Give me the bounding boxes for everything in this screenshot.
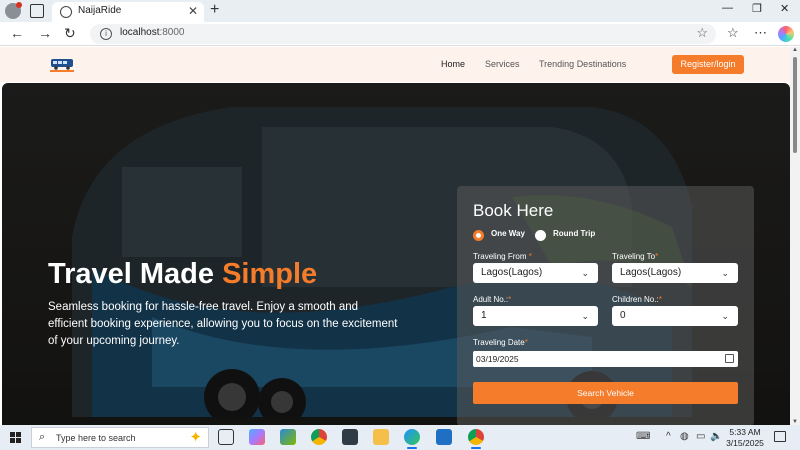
one-way-radio[interactable] xyxy=(473,230,484,241)
site-info-icon[interactable]: i xyxy=(100,28,112,40)
url-text: localhost:8000 xyxy=(120,27,185,38)
notification-icon[interactable] xyxy=(774,431,786,442)
chevron-down-icon: ⌄ xyxy=(721,268,729,278)
minimize-icon[interactable]: — xyxy=(722,2,733,14)
search-icon: ⌕ xyxy=(39,431,46,443)
taskbar-search-box[interactable]: ⌕ Type here to search ✦ xyxy=(31,427,209,448)
new-tab-icon[interactable]: + xyxy=(210,1,219,19)
nav-trending-destinations[interactable]: Trending Destinations xyxy=(539,59,626,69)
copilot-icon[interactable] xyxy=(778,26,794,42)
network-icon[interactable]: ◍ xyxy=(680,431,689,442)
booking-form: Book Here One Way Round Trip Traveling F… xyxy=(457,186,754,425)
site-navbar: Home Services Trending Destinations Regi… xyxy=(0,47,790,82)
windows-taskbar: ⌕ Type here to search ✦ ⌨ ^ ◍ ▭ 🔈 5:33 A… xyxy=(0,425,800,450)
tab-close-icon[interactable]: ✕ xyxy=(188,4,198,18)
traveling-to-label: Traveling To* xyxy=(612,252,659,261)
chrome-icon[interactable] xyxy=(311,429,327,445)
back-icon[interactable]: ← xyxy=(10,25,24,41)
browser-tab-bar: NaijaRide ✕ + — ❐ ✕ xyxy=(0,0,800,22)
browser-tab[interactable]: NaijaRide ✕ xyxy=(52,2,204,22)
adult-no-select[interactable]: 1 ⌄ xyxy=(473,306,598,326)
chrome-profile-icon[interactable] xyxy=(468,429,484,449)
children-no-label: Children No.:* xyxy=(612,295,662,304)
nav-home[interactable]: Home xyxy=(441,59,465,69)
chevron-down-icon: ⌄ xyxy=(581,311,589,321)
volume-icon[interactable]: 🔈 xyxy=(710,431,722,442)
tab-actions-icon[interactable] xyxy=(30,4,44,18)
task-view-icon[interactable] xyxy=(218,429,234,445)
hero-title: Travel Made Simple xyxy=(48,258,318,290)
windows-start-icon[interactable] xyxy=(10,432,21,443)
booking-title: Book Here xyxy=(473,201,554,220)
taskbar-clock[interactable]: 5:33 AM 3/15/2025 xyxy=(722,427,768,449)
globe-icon xyxy=(60,6,72,18)
restore-icon[interactable]: ❐ xyxy=(752,2,762,15)
page-scrollbar[interactable]: ▲ ▼ xyxy=(790,47,800,425)
file-explorer-icon[interactable] xyxy=(373,429,389,445)
adult-no-label: Adult No.:* xyxy=(473,295,512,304)
calendar-icon[interactable] xyxy=(725,354,734,363)
round-trip-radio[interactable] xyxy=(535,230,546,241)
security-shield-icon[interactable] xyxy=(342,429,358,445)
keyboard-icon[interactable]: ⌨ xyxy=(636,431,650,442)
close-window-icon[interactable]: ✕ xyxy=(780,2,789,15)
tab-title: NaijaRide xyxy=(78,5,122,16)
edge-icon[interactable] xyxy=(404,429,420,449)
more-menu-icon[interactable]: ⋯ xyxy=(754,25,767,41)
round-trip-label[interactable]: Round Trip xyxy=(553,229,595,238)
scroll-thumb[interactable] xyxy=(793,57,797,153)
chevron-down-icon: ⌄ xyxy=(721,311,729,321)
favorite-star-icon[interactable]: ☆ xyxy=(696,25,708,41)
web-page: Home Services Trending Destinations Regi… xyxy=(0,47,790,425)
traveling-to-select[interactable]: Lagos(Lagos) ⌄ xyxy=(612,263,738,283)
url-field[interactable]: i localhost:8000 ☆ xyxy=(90,24,716,44)
hero-description: Seamless booking for hassle-free travel.… xyxy=(48,301,398,347)
vscode-icon[interactable] xyxy=(436,429,452,445)
profile-badge xyxy=(16,2,22,8)
children-no-select[interactable]: 0 ⌄ xyxy=(612,306,738,326)
store-icon[interactable] xyxy=(280,429,296,445)
search-highlight-icon: ✦ xyxy=(189,429,202,446)
refresh-icon[interactable]: ↻ xyxy=(64,25,76,42)
search-vehicle-button[interactable]: Search Vehicle xyxy=(473,382,738,404)
nav-services[interactable]: Services xyxy=(485,59,520,69)
traveling-from-select[interactable]: Lagos(Lagos) ⌄ xyxy=(473,263,598,283)
address-bar-row: ← → ↻ i localhost:8000 ☆ ☆ ⋯ xyxy=(0,22,800,46)
battery-icon[interactable]: ▭ xyxy=(696,431,705,442)
traveling-date-label: Traveling Date* xyxy=(473,338,528,347)
taskbar-search-placeholder: Type here to search xyxy=(56,433,136,443)
traveling-date-input[interactable]: 03/19/2025 xyxy=(473,351,738,367)
traveling-from-label: Traveling From * xyxy=(473,252,532,261)
scroll-up-icon[interactable]: ▲ xyxy=(792,47,798,53)
forward-icon[interactable]: → xyxy=(38,25,52,41)
chevron-down-icon: ⌄ xyxy=(581,268,589,278)
naijaride-logo[interactable] xyxy=(48,55,76,73)
tray-chevron-icon[interactable]: ^ xyxy=(666,431,671,442)
copilot-app-icon[interactable] xyxy=(249,429,265,445)
register-login-button[interactable]: Register/login xyxy=(672,55,744,74)
hero-section: Travel Made Simple Seamless booking for … xyxy=(2,83,790,425)
favorites-icon[interactable]: ☆ xyxy=(727,25,739,41)
one-way-label[interactable]: One Way xyxy=(491,229,525,238)
